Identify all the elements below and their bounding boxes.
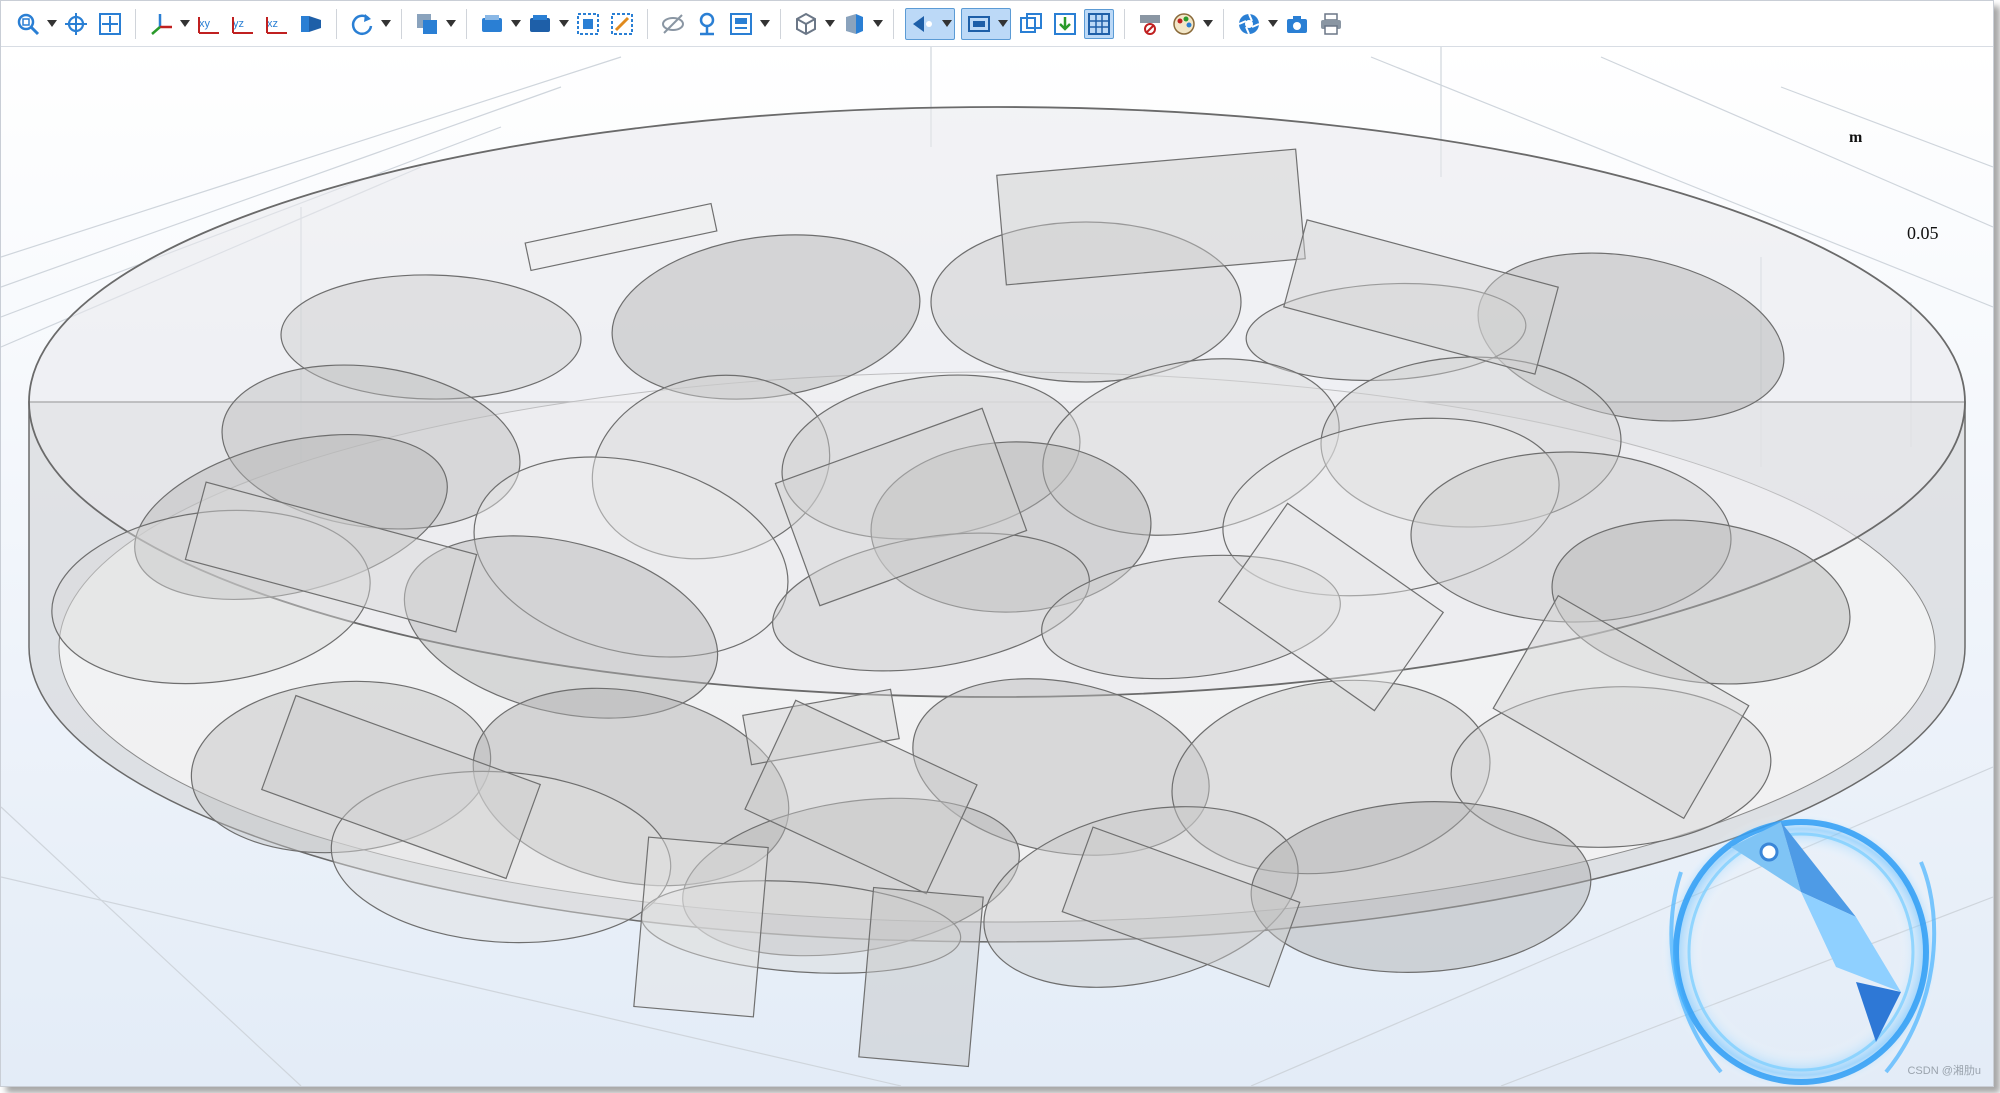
scene-light-button[interactable] <box>1016 9 1046 39</box>
hide-button[interactable] <box>658 9 688 39</box>
graphics-window: xy yz xz m 0.05 CSDN @湘肋u <box>0 0 1994 1087</box>
zoom-in-icon <box>65 12 87 35</box>
chevron-down-icon[interactable] <box>1266 9 1280 39</box>
render-mode-group[interactable] <box>961 7 1011 40</box>
grid-line <box>1 806 302 1086</box>
transparency-icon <box>846 13 863 34</box>
chevron-down-icon[interactable] <box>557 9 571 39</box>
render-mode-icon <box>968 15 990 32</box>
render-mode-button[interactable] <box>964 9 994 39</box>
select-edges-icon <box>611 12 633 35</box>
logo-emblem <box>1661 812 1941 1086</box>
svg-text:xy: xy <box>199 18 211 30</box>
watermark-text: CSDN @湘肋u <box>1907 1065 1981 1077</box>
zoom-select-icon <box>577 12 599 35</box>
lighting-group[interactable] <box>905 7 955 40</box>
chevron-down-icon[interactable] <box>940 9 954 39</box>
render-view-button[interactable] <box>296 9 326 39</box>
rotate-icon <box>351 13 373 35</box>
grid-line <box>1780 86 1993 168</box>
toolbar-separator <box>466 8 467 39</box>
graphics-viewport[interactable]: m 0.05 CSDN @湘肋u <box>1 47 1993 1086</box>
select-edges-button[interactable] <box>607 9 637 39</box>
graphics-toolbar: xy yz xz <box>1 1 1993 47</box>
transparency-button[interactable] <box>839 9 869 39</box>
chevron-down-icon[interactable] <box>509 9 523 39</box>
chevron-down-icon[interactable] <box>996 9 1010 39</box>
chevron-down-icon[interactable] <box>45 9 59 39</box>
color-table-icon <box>1173 12 1195 35</box>
import-icon <box>1054 12 1076 35</box>
toolbar-separator <box>1124 8 1125 39</box>
zoom-extents-button[interactable] <box>95 9 125 39</box>
toolbar-separator <box>1223 8 1224 39</box>
import-button[interactable] <box>1050 9 1080 39</box>
view-settings-icon <box>730 12 752 35</box>
grid-button[interactable] <box>1084 8 1114 39</box>
clear-selection-button[interactable] <box>1135 9 1165 39</box>
print-button[interactable] <box>1316 9 1346 39</box>
select-all-icon <box>530 14 550 32</box>
axis-unit-label: m <box>1849 129 1863 146</box>
zoom-box-button[interactable] <box>13 9 43 39</box>
toolbar-separator <box>401 8 402 39</box>
print-icon <box>1321 12 1341 35</box>
xy-view-button[interactable]: xy <box>194 9 224 39</box>
chevron-down-icon[interactable] <box>871 9 885 39</box>
camera-icon <box>1287 15 1307 33</box>
select-box-button[interactable] <box>477 9 507 39</box>
grid-icon <box>1088 12 1110 35</box>
yz-view-icon: yz <box>232 16 253 34</box>
chevron-down-icon[interactable] <box>758 9 772 39</box>
xz-view-button[interactable]: xz <box>262 9 292 39</box>
copy-view-button[interactable] <box>412 9 442 39</box>
toolbar-separator <box>336 8 337 39</box>
inclusion-plate <box>858 886 984 1068</box>
lighting-icon <box>913 15 932 32</box>
toolbar-separator <box>647 8 648 39</box>
scene-light-icon <box>1020 12 1042 33</box>
zoom-in-button[interactable] <box>61 9 91 39</box>
hide-icon <box>662 13 684 34</box>
select-box-icon <box>482 14 502 32</box>
aperture-icon <box>1238 13 1260 34</box>
chevron-down-icon[interactable] <box>823 9 837 39</box>
chevron-down-icon[interactable] <box>178 9 192 39</box>
clear-selection-icon <box>1140 14 1160 35</box>
copy-view-icon <box>417 13 437 34</box>
reset-hiding-icon <box>699 12 715 35</box>
xz-view-icon: xz <box>266 16 287 34</box>
axis-orientation-button[interactable] <box>146 9 176 39</box>
reset-hiding-button[interactable] <box>692 9 722 39</box>
zoom-select-button[interactable] <box>573 9 603 39</box>
lighting-button[interactable] <box>908 9 938 39</box>
xy-view-icon: xy <box>198 16 219 34</box>
inclusion-plate <box>633 836 769 1018</box>
yz-view-button[interactable]: yz <box>228 9 258 39</box>
camera-button[interactable] <box>1282 9 1312 39</box>
zoom-extents-icon <box>99 12 121 35</box>
chevron-down-icon[interactable] <box>444 9 458 39</box>
wireframe-icon <box>796 12 816 35</box>
axis-tick-label: 0.05 <box>1907 223 1939 243</box>
toolbar-separator <box>780 8 781 39</box>
aperture-button[interactable] <box>1234 9 1264 39</box>
svg-text:yz: yz <box>233 18 244 30</box>
render-view-icon <box>301 15 321 32</box>
chevron-down-icon[interactable] <box>379 9 393 39</box>
rotate-button[interactable] <box>347 9 377 39</box>
wireframe-button[interactable] <box>791 9 821 39</box>
toolbar-separator <box>893 8 894 39</box>
select-all-button[interactable] <box>525 9 555 39</box>
toolbar-separator <box>135 8 136 39</box>
svg-text:xz: xz <box>267 18 278 30</box>
zoom-box-icon <box>17 13 40 35</box>
chevron-down-icon[interactable] <box>1201 9 1215 39</box>
view-settings-button[interactable] <box>726 9 756 39</box>
color-table-button[interactable] <box>1169 9 1199 39</box>
axis-orientation-icon <box>151 13 172 35</box>
